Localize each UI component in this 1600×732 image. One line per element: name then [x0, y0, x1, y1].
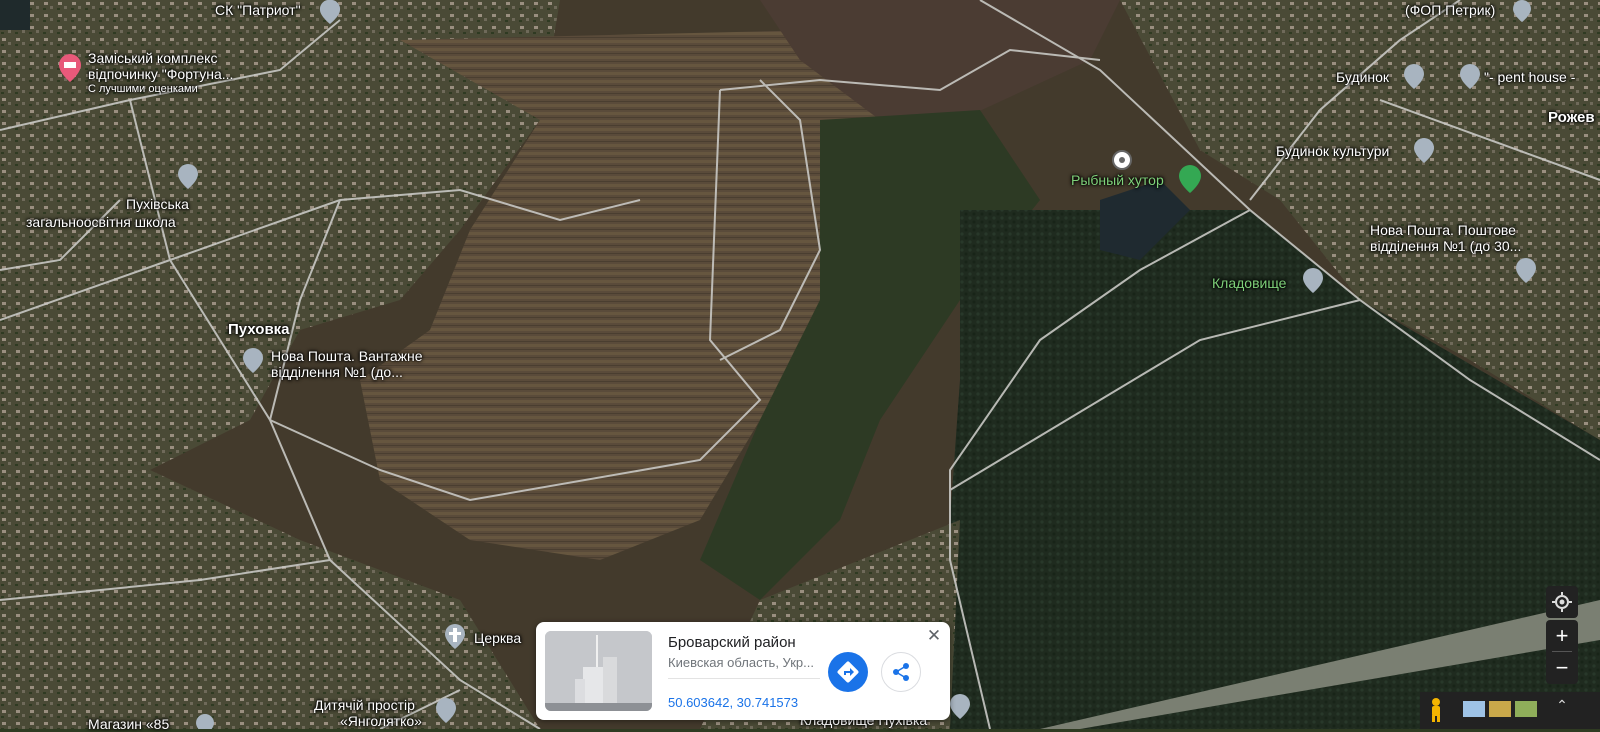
expand-icon[interactable]: ⌃ [1552, 697, 1572, 721]
place-label-fish-farm[interactable]: Рыбный хутор [1071, 172, 1164, 188]
place-label-budynok[interactable]: Будинок [1336, 69, 1389, 85]
zoom-in-button[interactable]: + [1546, 620, 1578, 652]
place-label-kids[interactable]: Дитячій простір [314, 697, 415, 713]
place-label-novaposhta2[interactable]: Нова Пошта. Поштове [1370, 222, 1516, 238]
place-label-puhovka[interactable]: Пуховка [228, 322, 290, 338]
place-label-pent-house[interactable]: "- pent house - [1484, 69, 1575, 85]
place-info-card[interactable]: Броварский район Киевская область, Укр..… [536, 622, 950, 720]
place-label-novaposhta[interactable]: Нова Пошта. Вантажне [271, 348, 423, 364]
close-icon[interactable]: ✕ [925, 627, 943, 645]
place-title: Броварский район [668, 634, 796, 651]
thumbnail-image [545, 631, 652, 711]
crosshair-icon [1552, 592, 1572, 612]
map-layers-button[interactable] [1463, 701, 1541, 717]
layers-icon [1463, 701, 1537, 717]
coordinates-link[interactable]: 50.603642, 30.741573 [668, 695, 798, 710]
share-button[interactable] [881, 652, 921, 692]
place-label-cemetery[interactable]: Кладовище [1212, 275, 1286, 291]
place-label-fop[interactable]: (ФОП Петрик) [1405, 2, 1495, 18]
place-label-school-line2[interactable]: загальноосвітня школа [26, 214, 176, 230]
my-location-button[interactable] [1546, 586, 1578, 618]
lake-corner [0, 0, 30, 30]
place-label-kids-line2[interactable]: «Янголятко» [340, 713, 422, 729]
pegman-icon[interactable] [1428, 697, 1444, 723]
zoom-control: + − [1546, 620, 1578, 684]
place-label-school[interactable]: Пухівська [126, 196, 189, 212]
directions-icon [837, 661, 859, 683]
place-label-fortuna-rating: С лучшими оценками [88, 83, 198, 95]
place-thumbnail[interactable] [545, 631, 652, 711]
place-subtitle: Киевская область, Укр... [668, 655, 814, 670]
place-label-novaposhta-line2[interactable]: відділення №1 (до... [271, 364, 403, 380]
place-label-markets[interactable]: Магазин «85 [88, 716, 169, 732]
place-label-fortuna[interactable]: Заміський комплекс [88, 50, 217, 66]
satellite-map[interactable] [0, 0, 1600, 729]
place-label-rozhev[interactable]: Рожев [1548, 110, 1595, 126]
place-label-church[interactable]: Церква [474, 630, 521, 646]
place-label-novaposhta2-line2[interactable]: відділення №1 (до 30... [1370, 238, 1521, 254]
zoom-out-button[interactable]: − [1546, 652, 1578, 684]
bed-icon [64, 62, 76, 68]
share-icon [893, 663, 909, 681]
place-label-fortuna-line2[interactable]: відпочинку "Фортуна... [88, 66, 233, 82]
directions-button[interactable] [828, 652, 868, 692]
place-label-culture[interactable]: Будинок культури [1276, 143, 1389, 159]
place-label-patriot[interactable]: СК "Патриот" [215, 2, 301, 18]
card-divider [668, 678, 820, 679]
